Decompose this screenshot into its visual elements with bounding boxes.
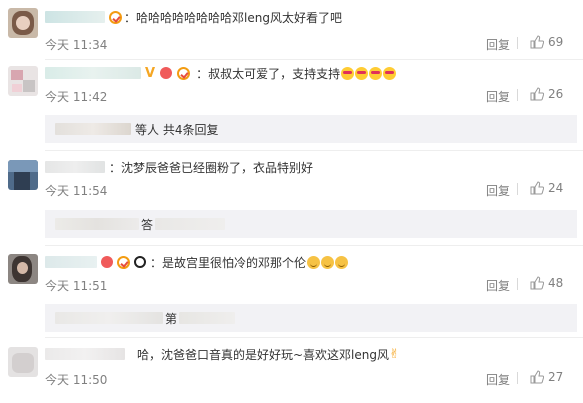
row-divider: [45, 245, 583, 246]
love-emoji-icon: [341, 66, 355, 80]
username[interactable]: [45, 256, 97, 268]
avatar[interactable]: [8, 8, 38, 38]
reply-button[interactable]: 回复: [486, 88, 510, 105]
panda-icon: [134, 256, 146, 268]
row-divider: [45, 59, 583, 60]
vip-badge-icon: [109, 10, 122, 24]
comment-time: 今天 11:51: [45, 279, 108, 293]
username[interactable]: [45, 348, 125, 360]
sub-reply-box[interactable]: 第: [45, 304, 577, 332]
blurred-names: [55, 123, 131, 135]
divider: [517, 183, 518, 195]
vip-badge-icon: [177, 66, 191, 80]
reply-button[interactable]: 回复: [486, 371, 510, 388]
comment-text: ：哈哈哈哈哈哈哈哈邓leng风太好看了吧: [124, 10, 342, 25]
sub-reply-box[interactable]: 等人 共4条回复: [45, 115, 577, 143]
vip-badge-icon: [117, 255, 130, 269]
comment-time: 今天 11:54: [45, 184, 108, 198]
comment-text: ：是故宫里很怕冷的邓那个伦: [150, 255, 307, 270]
avatar[interactable]: [8, 254, 38, 284]
username[interactable]: [45, 11, 105, 23]
like-button[interactable]: 27: [530, 370, 563, 384]
divider: [517, 37, 518, 49]
sub-reply-summary: 第: [165, 311, 178, 326]
like-button[interactable]: 24: [530, 181, 563, 195]
avatar[interactable]: [8, 66, 38, 96]
love-emoji-icon: [369, 66, 383, 80]
row-divider: [45, 150, 583, 151]
divider: [517, 278, 518, 290]
like-count: 69: [548, 35, 564, 49]
victory-hand-icon: ✌: [389, 346, 400, 362]
comment-text: ：叔叔太可爱了，支持支持: [196, 66, 341, 81]
blurred-names: [179, 312, 236, 324]
comment-time: 今天 11:42: [45, 90, 108, 104]
comment-time: 今天 11:34: [45, 38, 108, 52]
comment-time: 今天 11:50: [45, 373, 108, 387]
row-divider: [45, 337, 583, 338]
sub-reply-box[interactable]: 答: [45, 210, 577, 238]
reply-button[interactable]: 回复: [486, 182, 510, 199]
sub-reply-summary: 答: [141, 217, 154, 232]
thumbs-up-icon: [530, 35, 544, 49]
like-count: 27: [548, 370, 564, 384]
reply-button[interactable]: 回复: [486, 36, 510, 53]
like-button[interactable]: 69: [530, 35, 563, 49]
cat-emoji-icon: [307, 255, 321, 269]
like-count: 24: [548, 181, 564, 195]
username[interactable]: [45, 161, 105, 173]
reply-button[interactable]: 回复: [486, 277, 510, 294]
avatar[interactable]: [8, 160, 38, 190]
like-count: 26: [548, 87, 564, 101]
blurred-names: [55, 312, 163, 324]
divider: [517, 372, 518, 384]
verified-v-icon: V: [145, 65, 156, 81]
love-emoji-icon: [383, 66, 397, 80]
thumbs-up-icon: [530, 370, 544, 384]
avatar[interactable]: [8, 347, 38, 377]
blurred-names: [155, 218, 226, 230]
blurred-names: [55, 218, 139, 230]
thumbs-up-icon: [530, 276, 544, 290]
divider: [517, 89, 518, 101]
like-button[interactable]: 26: [530, 87, 563, 101]
heart-badge-icon: [160, 67, 173, 79]
heart-badge-icon: [101, 256, 113, 268]
thumbs-up-icon: [530, 87, 544, 101]
username[interactable]: [45, 67, 141, 79]
like-button[interactable]: 48: [530, 276, 563, 290]
sub-reply-summary: 等人 共4条回复: [135, 122, 219, 137]
cat-emoji-icon: [335, 255, 349, 269]
cat-emoji-icon: [321, 255, 335, 269]
like-count: 48: [548, 276, 564, 290]
thumbs-up-icon: [530, 181, 544, 195]
comment-text: ：沈梦辰爸爸已经圈粉了，衣品特别好: [109, 160, 314, 175]
comment-text: 哈，沈爸爸口音真的是好好玩~喜欢这邓leng风: [137, 347, 389, 362]
love-emoji-icon: [355, 66, 369, 80]
